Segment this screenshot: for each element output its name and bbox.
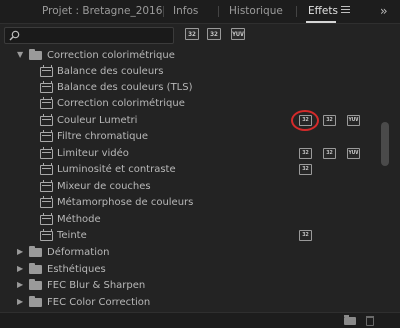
accelerated-badge: 32	[299, 148, 312, 159]
search-box[interactable]	[4, 27, 174, 44]
32bit-badge: 32	[323, 115, 336, 126]
effect-row[interactable]: Méthode	[0, 212, 377, 228]
effect-row[interactable]: Balance des couleurs	[0, 64, 377, 80]
yuv-badge: YUV	[347, 148, 360, 159]
effect-label: Métamorphose de couleurs	[57, 197, 194, 208]
effect-icon	[40, 130, 53, 142]
accelerated-effects-filter-button[interactable]: 32	[185, 28, 199, 40]
effect-label: Teinte	[57, 230, 87, 241]
yuv-badge: YUV	[347, 115, 360, 126]
new-folder-icon[interactable]	[344, 315, 356, 325]
tab-project[interactable]: Projet : Bretagne_2016	[42, 5, 162, 17]
effect-label: Filtre chromatique	[57, 131, 148, 142]
effect-icon	[40, 229, 53, 241]
effect-row-lumetri[interactable]: Couleur Lumetri 32 32 YUV	[0, 113, 377, 129]
32bit-badge: 32	[323, 148, 336, 159]
highlight-circle	[291, 110, 319, 131]
folder-label: Déformation	[47, 247, 110, 258]
folder-label: Correction colorimétrique	[47, 50, 175, 61]
effect-row[interactable]: Mixeur de couches	[0, 179, 377, 195]
folder-label: FEC Color Correction	[47, 297, 151, 308]
effect-icon	[40, 196, 53, 208]
folder-icon	[29, 246, 42, 257]
effect-label: Luminosité et contraste	[57, 164, 176, 175]
effect-icon	[40, 213, 53, 225]
chevron-down-icon[interactable]: ▼	[17, 51, 25, 59]
search-row	[0, 24, 400, 46]
scrollbar-thumb[interactable]	[381, 122, 389, 166]
accelerated-badge: 32	[299, 164, 312, 175]
tab-separator	[296, 6, 297, 17]
effect-icon	[40, 163, 53, 175]
effect-icon	[40, 65, 53, 77]
chevron-right-icon[interactable]: ▶	[17, 298, 25, 306]
panel-bottom-bar	[0, 312, 400, 328]
hamburger-icon[interactable]	[341, 6, 350, 15]
effect-label: Méthode	[57, 214, 101, 225]
effect-label: Balance des couleurs	[57, 66, 164, 77]
chevron-right-icon[interactable]: ▶	[17, 248, 25, 256]
effect-icon	[40, 97, 53, 109]
trash-icon[interactable]	[366, 316, 374, 326]
search-icon	[9, 30, 20, 41]
effect-row[interactable]: Métamorphose de couleurs	[0, 195, 377, 211]
effect-label: Correction colorimétrique	[57, 98, 185, 109]
effect-row[interactable]: Limiteur vidéo 32 32 YUV	[0, 146, 377, 162]
tab-history[interactable]: Historique	[229, 5, 283, 17]
effect-row[interactable]: Luminosité et contraste 32	[0, 162, 377, 178]
effect-label: Couleur Lumetri	[57, 115, 138, 126]
effects-tree: ▼ Correction colorimétrique Balance des …	[0, 48, 377, 312]
folder-row[interactable]: ▶ FEC Blur & Sharpen	[0, 278, 377, 294]
folder-row[interactable]: ▶ Esthétiques	[0, 262, 377, 278]
effect-icon	[40, 114, 53, 126]
chevron-right-icon[interactable]: ▶	[17, 265, 25, 273]
effect-label: Limiteur vidéo	[57, 148, 129, 159]
effect-icon	[40, 81, 53, 93]
effect-row[interactable]: Filtre chromatique	[0, 129, 377, 145]
effect-row[interactable]: Correction colorimétrique	[0, 96, 377, 112]
double-chevron-right-icon[interactable]: ››	[380, 4, 387, 18]
effect-row[interactable]: Balance des couleurs (TLS)	[0, 80, 377, 96]
folder-row[interactable]: ▶ Déformation	[0, 245, 377, 261]
folder-icon	[29, 296, 42, 307]
effect-icon	[40, 147, 53, 159]
tab-separator	[218, 6, 219, 17]
panel-tab-bar: Projet : Bretagne_2016 Infos Historique …	[0, 0, 400, 24]
tab-separator	[163, 6, 164, 17]
effect-icon	[40, 180, 53, 192]
search-input[interactable]	[23, 29, 171, 42]
yuv-effects-filter-button[interactable]: YUV	[231, 28, 245, 40]
chevron-right-icon[interactable]: ▶	[17, 281, 25, 289]
tab-info[interactable]: Infos	[173, 5, 198, 17]
tab-effects[interactable]: Effets	[308, 5, 338, 17]
folder-row-color-correction[interactable]: ▼ Correction colorimétrique	[0, 48, 377, 64]
folder-icon	[29, 263, 42, 274]
32bit-effects-filter-button[interactable]: 32	[207, 28, 221, 40]
accelerated-badge: 32	[299, 230, 312, 241]
active-tab-indicator	[306, 21, 336, 23]
folder-label: FEC Blur & Sharpen	[47, 280, 146, 291]
folder-icon	[29, 279, 42, 290]
folder-icon	[29, 49, 42, 60]
effect-row[interactable]: Teinte 32	[0, 228, 377, 244]
scrollbar-track[interactable]	[378, 48, 400, 312]
folder-row[interactable]: ▶ FEC Color Correction	[0, 295, 377, 311]
effect-label: Mixeur de couches	[57, 181, 151, 192]
folder-label: Esthétiques	[47, 264, 106, 275]
effect-label: Balance des couleurs (TLS)	[57, 82, 193, 93]
